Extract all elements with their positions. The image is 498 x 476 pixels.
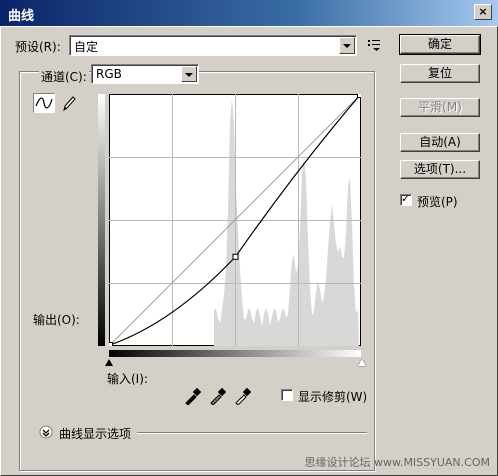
curve-control-point[interactable]	[109, 342, 113, 347]
input-gradient-bar	[109, 350, 361, 357]
preset-value: 自定	[74, 40, 99, 54]
curve-control-point[interactable]	[232, 253, 239, 260]
white-point-slider[interactable]	[358, 359, 366, 366]
smooth-button[interactable]: 平滑(M)	[400, 98, 480, 117]
preview-checkbox[interactable]	[400, 192, 412, 206]
dialog-body: 预设(R): 自定 通道(C): RGB 输出(O): 输入(I): 显示修剪(…	[0, 26, 498, 476]
preset-label: 预设(R):	[15, 40, 61, 54]
ok-button[interactable]: 确定	[399, 34, 481, 55]
curve-tool-button[interactable]	[33, 93, 55, 113]
gray-eyedropper-icon[interactable]	[209, 387, 227, 405]
watermark: 思缘设计论坛 www.MISSYUAN.COM	[304, 456, 490, 469]
close-button[interactable]: ×	[474, 4, 492, 20]
curve-control-point[interactable]	[357, 94, 362, 98]
black-point-slider[interactable]	[105, 359, 113, 366]
chevron-down-icon[interactable]	[339, 37, 355, 54]
channel-value: RGB	[96, 67, 122, 81]
window-title: 曲线	[8, 9, 35, 24]
preview-label: 预览(P)	[417, 195, 458, 209]
pencil-icon[interactable]	[61, 95, 77, 113]
reset-button[interactable]: 复位	[400, 64, 480, 83]
divider	[137, 432, 367, 434]
channel-select[interactable]: RGB	[91, 64, 199, 84]
curve-display-options-label: 曲线显示选项	[59, 427, 132, 441]
output-label: 输出(O):	[33, 313, 80, 327]
title-bar: 曲线 ×	[0, 0, 498, 26]
curve-tool-icon	[35, 97, 53, 109]
expand-chevron-icon[interactable]	[39, 425, 53, 439]
show-clipping-label: 显示修剪(W)	[298, 390, 368, 404]
options-button[interactable]: 选项(T)...	[400, 160, 480, 179]
black-eyedropper-icon[interactable]	[184, 387, 202, 405]
auto-button[interactable]: 自动(A)	[400, 133, 480, 152]
output-gradient-bar	[98, 94, 105, 346]
preset-select[interactable]: 自定	[69, 35, 357, 56]
white-eyedropper-icon[interactable]	[234, 387, 252, 405]
channel-label: 通道(C):	[39, 68, 89, 85]
show-clipping-checkbox[interactable]	[281, 389, 293, 401]
curve-graph[interactable]	[109, 94, 361, 346]
preset-menu-icon[interactable]	[368, 39, 382, 51]
chevron-down-icon[interactable]	[181, 66, 197, 82]
input-label: 输入(I):	[107, 372, 148, 386]
